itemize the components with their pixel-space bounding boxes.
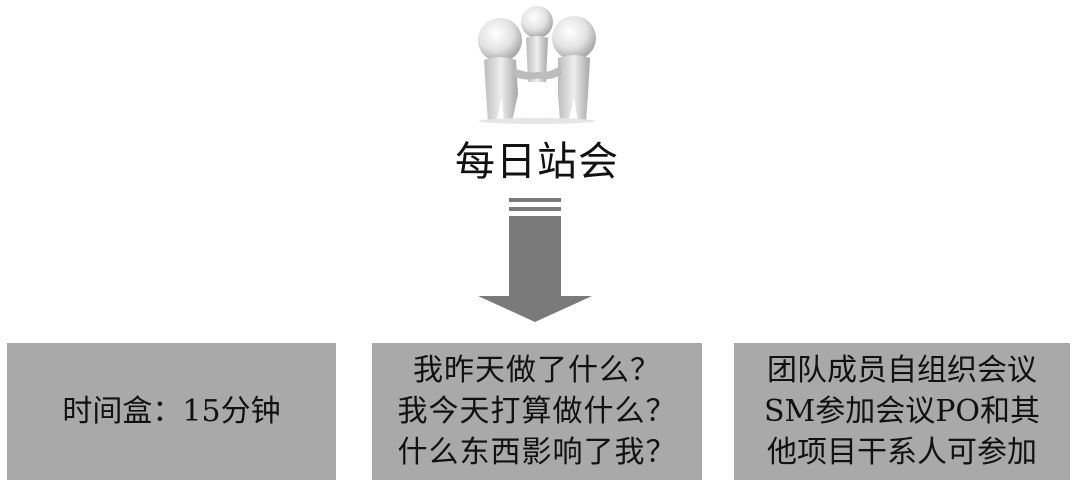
question-line: 我今天打算做什么？ (397, 394, 677, 429)
participants-line: 团队成员自组织会议 (767, 353, 1037, 388)
question-line: 我昨天做了什么？ (413, 353, 661, 388)
question-line: 什么东西影响了我？ (397, 435, 677, 470)
participants-card: 团队成员自组织会议 SM参加会议PO和其 他项目干系人可参加 (734, 343, 1070, 480)
down-arrow-icon (478, 198, 592, 322)
participants-line: 他项目干系人可参加 (767, 435, 1037, 470)
questions-card: 我昨天做了什么？ 我今天打算做什么？ 什么东西影响了我？ (372, 343, 702, 480)
participants-line: SM参加会议PO和其 (763, 394, 1041, 429)
timebox-card: 时间盒：15分钟 (7, 343, 336, 480)
team-people-icon (478, 6, 596, 124)
timebox-text: 时间盒：15分钟 (62, 393, 281, 429)
page-title: 每日站会 (455, 139, 619, 185)
